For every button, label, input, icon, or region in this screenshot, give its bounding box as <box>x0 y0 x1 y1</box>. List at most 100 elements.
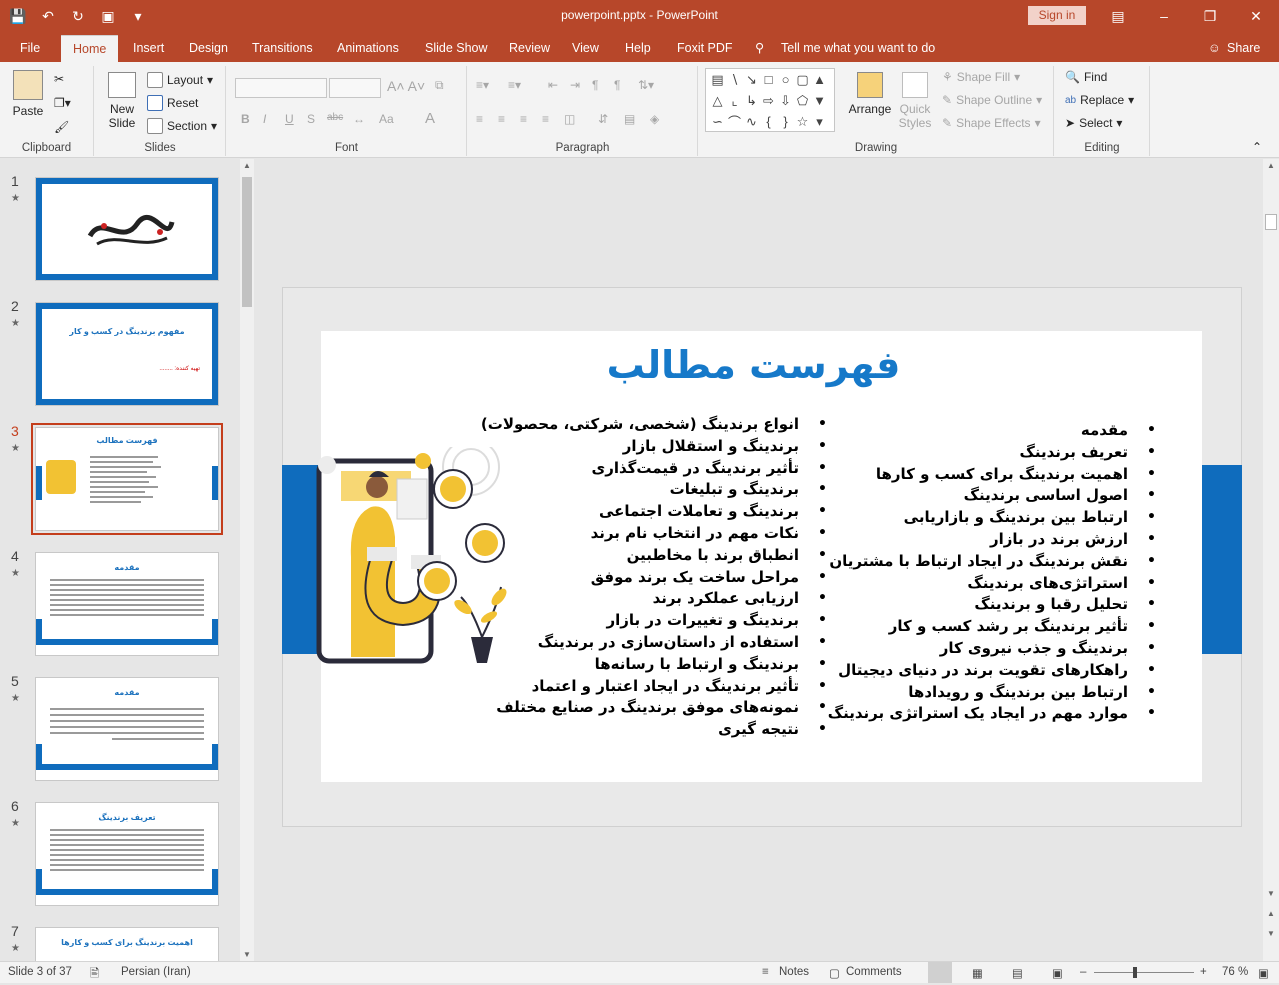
editor-scrollbar[interactable]: ▲ ▼ ▲ ▼ <box>1263 159 1279 961</box>
right-arrow-icon[interactable]: ⇨ <box>760 90 777 111</box>
minimize-icon[interactable]: – <box>1141 0 1187 32</box>
tab-transitions[interactable]: Transitions <box>252 32 313 62</box>
scroll-up-icon[interactable]: ▲ <box>1267 161 1275 170</box>
line-shape-icon[interactable]: ∖ <box>726 69 743 90</box>
line-spacing-icon[interactable]: ⇅▾ <box>638 78 654 92</box>
slide-sorter-icon[interactable]: ▦ <box>972 966 983 980</box>
cut-icon[interactable]: ✂ <box>54 72 64 86</box>
slide-thumbnail-3[interactable]: فهرست مطالب <box>31 423 223 535</box>
smartart-icon[interactable]: ◈ <box>650 112 659 126</box>
toc-left-column[interactable]: انواع برندینگ (شخصی، شرکتی، محصولات)برند… <box>481 414 827 741</box>
normal-view-icon[interactable] <box>928 962 952 983</box>
zoom-slider-track[interactable] <box>1094 972 1194 973</box>
close-icon[interactable]: ✕ <box>1233 0 1279 32</box>
rtl-icon[interactable]: ¶ <box>592 78 598 92</box>
slide-title[interactable]: فهرست مطالب <box>321 343 1186 387</box>
scroll-up-icon[interactable]: ▲ <box>243 161 251 170</box>
slide-thumbnail-6[interactable]: تعریف برندینگ <box>35 802 219 906</box>
ribbon-display-options-icon[interactable]: ▤ <box>1095 0 1141 32</box>
replace-button[interactable]: ab Replace ▾ <box>1065 93 1134 107</box>
previous-slide-icon[interactable]: ▲ <box>1267 909 1275 918</box>
zoom-out-icon[interactable]: – <box>1080 966 1086 978</box>
new-slide-button[interactable]: New Slide <box>103 72 141 130</box>
copy-icon[interactable]: ❐▾ <box>54 96 71 110</box>
editor-scroll-handle[interactable] <box>1265 214 1277 230</box>
arrange-button[interactable]: Arrange <box>848 72 892 116</box>
slide-thumbnail-7[interactable]: اهمیت برندینگ برای کسب و کارها <box>35 927 219 961</box>
elbow-connector-icon[interactable]: ⌞ <box>726 90 743 111</box>
scroll-down-icon[interactable]: ▼ <box>1267 889 1275 898</box>
language-indicator[interactable]: Persian (Iran) <box>121 966 191 978</box>
scroll-down-icon[interactable]: ▼ <box>243 950 251 959</box>
numbering-icon[interactable]: ≡▾ <box>508 78 521 92</box>
layout-button[interactable]: Layout ▾ <box>147 72 213 88</box>
slide-counter[interactable]: Slide 3 of 37 <box>8 966 72 978</box>
tab-design[interactable]: Design <box>189 32 228 62</box>
arc-icon[interactable]: ⌒ <box>726 111 743 132</box>
brace-right-icon[interactable]: } <box>777 111 794 132</box>
text-direction-icon[interactable]: ⇵ <box>598 112 608 126</box>
rounded-rect-icon[interactable]: ▢ <box>794 69 811 90</box>
curve-icon[interactable]: ∽ <box>709 111 726 132</box>
align-center-icon[interactable]: ≡ <box>498 112 505 126</box>
font-size-dropdown[interactable] <box>329 78 381 98</box>
arrow-line-icon[interactable]: ↘ <box>743 69 760 90</box>
slide-thumbnail-4[interactable]: مقدمه <box>35 552 219 656</box>
toc-right-column[interactable]: مقدمهتعریف برندینگاهمیت برندینگ برای کسب… <box>828 420 1157 725</box>
tab-insert[interactable]: Insert <box>133 32 164 62</box>
justify-icon[interactable]: ≡ <box>542 112 549 126</box>
shape-fill-button[interactable]: ⚘ Shape Fill ▾ <box>942 70 1020 84</box>
triangle-shape-icon[interactable]: △ <box>709 90 726 111</box>
tab-slide-show[interactable]: Slide Show <box>425 32 488 62</box>
reset-button[interactable]: Reset <box>147 95 198 111</box>
notes-button[interactable]: Notes <box>779 966 809 978</box>
align-left-icon[interactable]: ≡ <box>476 112 483 126</box>
shapes-gallery[interactable]: ▤ ∖ ↘ □ ○ ▢ ▲ △ ⌞ ↳ ⇨ ⇩ ⬠ ▼ ∽ ⌒ ∿ { } ☆ … <box>705 68 835 132</box>
wave-icon[interactable]: ∿ <box>743 111 760 132</box>
bullets-icon[interactable]: ≡▾ <box>476 78 489 92</box>
thumbnail-scrollbar[interactable]: ▲ ▼ <box>240 159 254 961</box>
tab-file[interactable]: File <box>20 32 40 62</box>
gallery-down-icon[interactable]: ▼ <box>811 90 828 111</box>
tab-animations[interactable]: Animations <box>337 32 399 62</box>
gallery-more-icon[interactable]: ▾ <box>811 111 828 132</box>
columns-icon[interactable]: ◫ <box>564 112 575 126</box>
italic-button[interactable]: I <box>263 112 266 126</box>
brace-left-icon[interactable]: { <box>760 111 777 132</box>
shadow-button[interactable]: S <box>307 112 315 126</box>
reading-view-icon[interactable]: ▤ <box>1012 966 1023 980</box>
select-button[interactable]: ➤ Select ▾ <box>1065 116 1122 130</box>
zoom-slider-thumb[interactable] <box>1133 967 1137 978</box>
down-arrow-icon[interactable]: ⇩ <box>777 90 794 111</box>
text-box-icon[interactable]: ▤ <box>709 69 726 90</box>
slide-thumbnail-5[interactable]: مقدمه <box>35 677 219 781</box>
tell-me-search[interactable]: Tell me what you want to do <box>781 32 935 62</box>
ltr-icon[interactable]: ¶ <box>614 78 620 92</box>
star-icon[interactable]: ☆ <box>794 111 811 132</box>
section-button[interactable]: Section ▾ <box>147 118 217 134</box>
tab-view[interactable]: View <box>572 32 599 62</box>
next-slide-icon[interactable]: ▼ <box>1267 929 1275 938</box>
font-size-controls-icon[interactable]: A˄ A˅ <box>387 78 425 94</box>
zoom-in-icon[interactable]: + <box>1200 966 1207 978</box>
increase-indent-icon[interactable]: ⇥ <box>570 78 580 92</box>
shape-outline-button[interactable]: ✎ Shape Outline ▾ <box>942 93 1042 107</box>
slide-show-icon[interactable]: ▣ <box>1052 966 1063 980</box>
format-painter-icon[interactable]: 🖌 <box>54 120 69 134</box>
rectangle-shape-icon[interactable]: □ <box>760 69 777 90</box>
tab-help[interactable]: Help <box>625 32 651 62</box>
slide-thumbnail-2[interactable]: مفهوم برندینگ در کسب و کار تهیه کننده: .… <box>35 302 219 406</box>
fit-slide-icon[interactable]: ▣ <box>1258 966 1269 980</box>
tab-review[interactable]: Review <box>509 32 550 62</box>
zoom-level[interactable]: 76 % <box>1222 966 1248 978</box>
font-color-button[interactable]: A <box>425 110 435 127</box>
shape-effects-button[interactable]: ✎ Shape Effects ▾ <box>942 116 1041 130</box>
thumbnail-scroll-handle[interactable] <box>242 177 252 307</box>
bold-button[interactable]: B <box>241 112 250 126</box>
restore-icon[interactable]: ❐ <box>1187 0 1233 32</box>
sign-in-button[interactable]: Sign in <box>1028 6 1086 25</box>
strikethrough-button[interactable]: abc <box>327 112 343 123</box>
freeform-icon[interactable]: ⬠ <box>794 90 811 111</box>
paste-button[interactable]: Paste <box>10 70 46 118</box>
change-case-button[interactable]: Aa <box>379 112 394 126</box>
